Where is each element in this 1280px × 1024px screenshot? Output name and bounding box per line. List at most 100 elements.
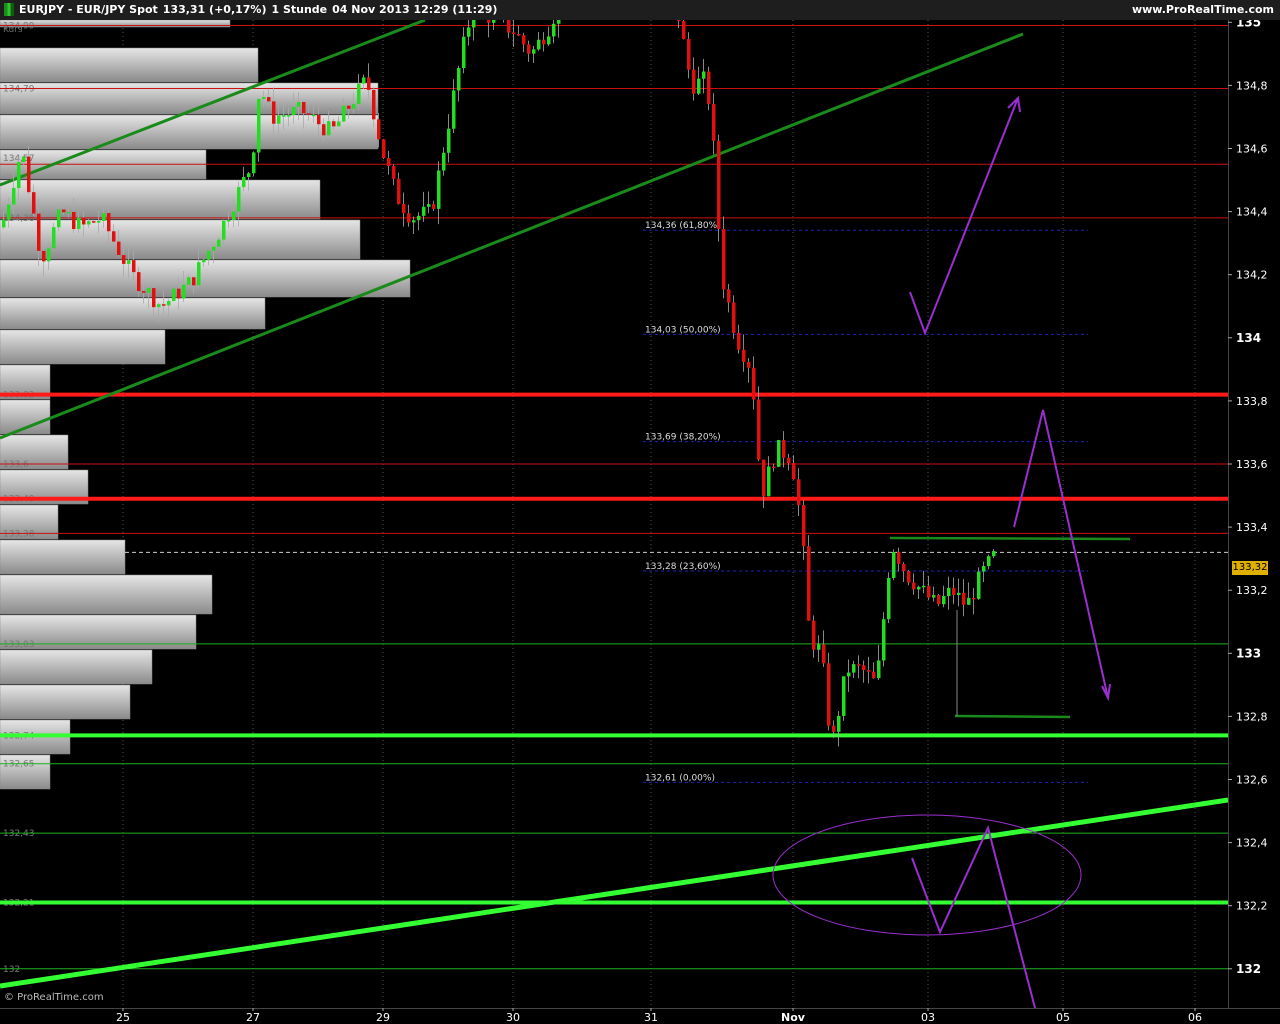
candle-body xyxy=(87,221,91,225)
candle-body xyxy=(442,152,446,171)
candle-body xyxy=(312,114,316,117)
candle-body xyxy=(202,259,206,263)
price-tick-label: 132,8 xyxy=(1236,710,1268,723)
candle-body xyxy=(67,211,71,214)
candle-body xyxy=(102,213,106,221)
candle-body xyxy=(307,113,311,115)
volume-profile-bar xyxy=(0,82,379,115)
chart-header: EURJPY - EUR/JPY Spot 133,31 (+0,17%) 1 … xyxy=(0,0,1280,20)
time-tick-label: 31 xyxy=(644,1011,658,1024)
site-link[interactable]: www.ProRealTime.com xyxy=(1132,3,1274,16)
candle-body xyxy=(762,459,766,497)
candle-body xyxy=(37,213,41,251)
time-tick-label: 06 xyxy=(1188,1011,1202,1024)
candle-body xyxy=(432,204,436,209)
candle-body xyxy=(832,725,836,732)
candle-body xyxy=(357,83,361,105)
interval-label: 1 Stunde xyxy=(271,3,328,16)
candle-body xyxy=(932,595,936,598)
candle-body xyxy=(917,586,921,590)
candle-body xyxy=(982,566,986,572)
candle-body xyxy=(372,89,376,120)
candle-body xyxy=(842,676,846,716)
price-axis-canvas: 135 134,8 134,6 134,4 134,2 134 133,8 133,6 133,… xyxy=(1228,20,1268,1008)
candle-body xyxy=(167,300,171,306)
candle-body xyxy=(392,166,396,179)
candle-body xyxy=(302,101,306,114)
candle-body xyxy=(292,106,296,115)
candle-body xyxy=(2,219,6,228)
candle-body xyxy=(97,220,101,223)
candle-body xyxy=(17,162,21,189)
candle-body xyxy=(827,663,831,726)
candle-body xyxy=(47,248,51,262)
candle-body xyxy=(892,551,896,578)
candle-body xyxy=(262,97,266,99)
candle-body xyxy=(927,585,931,598)
candle-body xyxy=(712,104,716,141)
candle-body xyxy=(107,213,111,232)
chart-canvas[interactable]: Kurs134,99134,79134,57134,38133,82133,61… xyxy=(0,20,1228,1008)
candle-body xyxy=(192,277,196,286)
candle-body xyxy=(957,592,961,596)
candle-body xyxy=(677,20,681,22)
price-chart[interactable]: Kurs134,99134,79134,57134,38133,82133,61… xyxy=(0,20,1228,1008)
candle-body xyxy=(992,551,996,557)
candle-body xyxy=(162,304,166,306)
candle-body xyxy=(522,35,526,45)
candle-body xyxy=(382,139,386,159)
volume-profile-label: 134,99 xyxy=(3,21,35,31)
candle-body xyxy=(937,595,941,605)
fibonacci-label: 134,03 (50,00%) xyxy=(645,325,721,335)
price-axis[interactable]: 135 134,8 134,6 134,4 134,2 134 133,8 133,6 133,… xyxy=(1228,20,1280,1008)
price-tick-label: 134,2 xyxy=(1236,269,1268,282)
candle-body xyxy=(517,34,521,36)
candle-body xyxy=(877,660,881,679)
time-axis-canvas: 25 27 29 30 31 Nov 03 05 06 xyxy=(0,1008,1280,1024)
candle-body xyxy=(552,23,556,37)
fibonacci-label: 134,36 (61,80%) xyxy=(645,221,721,231)
time-tick-label: 05 xyxy=(1056,1011,1070,1024)
candle-body xyxy=(177,288,181,299)
candle-body xyxy=(27,156,31,193)
volume-profile-label: 132,43 xyxy=(3,829,35,839)
candle-body xyxy=(252,152,256,174)
candle-body xyxy=(787,457,791,464)
volume-profile-bar xyxy=(0,574,213,615)
price-tick-label: 134 xyxy=(1236,331,1261,345)
price-tick-label: 133,8 xyxy=(1236,395,1268,408)
candle-body xyxy=(197,262,201,286)
candle-body xyxy=(402,204,406,214)
candle-body xyxy=(542,39,546,45)
candle-body xyxy=(952,587,956,596)
candle-body xyxy=(327,121,331,136)
candle-body xyxy=(317,114,321,125)
time-tick-label: 27 xyxy=(246,1011,260,1024)
price-tick-label: 132,6 xyxy=(1236,774,1268,787)
time-axis[interactable]: 25 27 29 30 31 Nov 03 05 06 xyxy=(0,1008,1280,1024)
quote-value: 133,31 (+0,17%) xyxy=(162,3,267,16)
candle-body xyxy=(812,620,816,650)
candle-body xyxy=(792,463,796,480)
candle-body xyxy=(147,288,151,293)
candle-body xyxy=(527,44,531,54)
candle-body xyxy=(287,114,291,117)
candle-body xyxy=(462,36,466,69)
price-tick-label: 134,4 xyxy=(1236,206,1268,219)
candle-body xyxy=(717,140,721,229)
candle-body xyxy=(272,101,276,124)
candle-body xyxy=(417,215,421,221)
candle-body xyxy=(887,577,891,620)
candle-body xyxy=(882,619,886,661)
candle-body xyxy=(347,105,351,109)
candle-body xyxy=(532,49,536,54)
candle-body xyxy=(412,220,416,223)
candle-body xyxy=(22,156,26,163)
price-tick-label: 132,2 xyxy=(1236,900,1268,913)
volume-profile-bar xyxy=(0,114,379,150)
candle-body xyxy=(902,563,906,572)
candle-body xyxy=(112,231,116,242)
instrument-icon xyxy=(4,3,14,16)
candle-body xyxy=(457,68,461,91)
candle-body xyxy=(682,21,686,40)
